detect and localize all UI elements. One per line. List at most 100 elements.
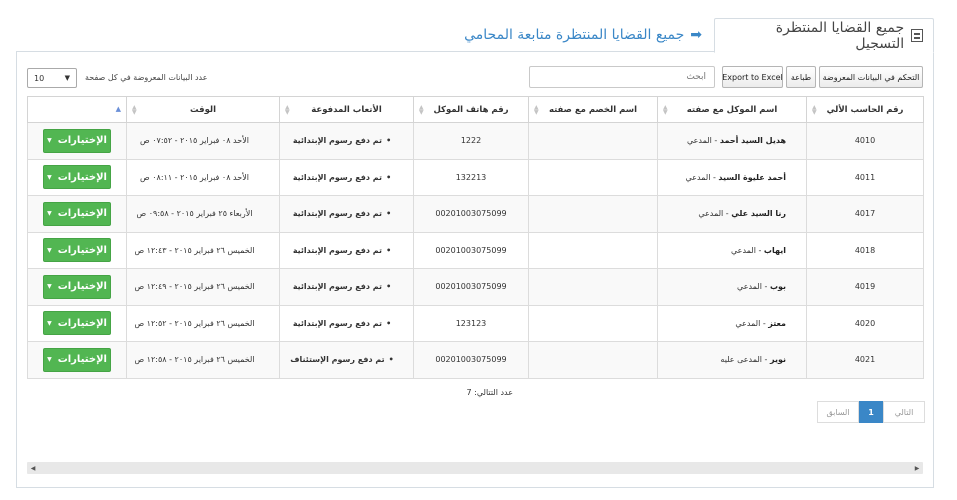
caret-down-icon: ▼ (47, 283, 52, 291)
column-header[interactable]: رقم هاتف الموكل ▲ ▼ (413, 96, 529, 123)
sort-icon: ▲ ▼ (812, 104, 817, 116)
column-header[interactable]: ▲ (27, 96, 127, 123)
options-label: الإختيارات (57, 281, 107, 293)
client-name: أحمد عليوة السيد (718, 172, 786, 182)
options-dropdown-button[interactable]: الإختيارات ▼ (43, 311, 111, 336)
pagination-page-1[interactable]: 1 (859, 401, 883, 423)
cell-phone: 132213 (413, 158, 529, 196)
tab-bar: جميع القضايا المنتظرة التسجيل ➡ جميع الق… (16, 18, 934, 53)
export-excel-button[interactable]: Export to Excel (722, 66, 783, 88)
sort-icon: ▲ ▼ (419, 104, 424, 116)
client-name: ايهاب (763, 245, 786, 255)
cell-client: نوير - المدعى عليه (657, 341, 807, 379)
client-role: - المدعي (698, 209, 732, 219)
bullet-icon: • (386, 172, 392, 182)
cell-client: ايهاب - المدعي (657, 231, 807, 269)
pagination-prev[interactable]: السابق (817, 401, 859, 423)
page-size-value: 10 (34, 73, 45, 83)
client-name: رنا السيد علي (731, 209, 786, 219)
cell-opponent (528, 195, 658, 233)
pagination-next[interactable]: التالي (883, 401, 925, 423)
cases-table: رقم الحاسب الألي ▲ ▼ اسم الموكل مع صفته ▲ ▼ … (27, 96, 924, 379)
caret-down-icon: ▼ (47, 210, 52, 218)
column-header[interactable]: الوقت ▲ ▼ (126, 96, 280, 123)
client-name: بوب (769, 282, 786, 292)
options-label: الإختيارات (57, 208, 107, 220)
table-row: 4019 بوب - المدعي 00201003075099 •تم دفع رس… (27, 268, 924, 306)
arrow-right-icon: ➡ (690, 27, 702, 43)
cell-id: 4018 (806, 231, 924, 269)
print-button[interactable]: طباعة (786, 66, 816, 88)
caret-down-icon: ▼ (47, 356, 52, 364)
tab-pending-registration[interactable]: جميع القضايا المنتظرة التسجيل (714, 18, 934, 53)
client-role: - المدعي (731, 245, 764, 255)
table-row: 4010 هديل السيد أحمد - المدعي 1222 •تم دفع … (27, 122, 924, 160)
table-header-row: رقم الحاسب الألي ▲ ▼ اسم الموكل مع صفته ▲ ▼ … (27, 96, 924, 123)
column-header[interactable]: اسم الموكل مع صفته ▲ ▼ (657, 96, 807, 123)
record-count: عدد التتالي: 7 (466, 388, 513, 397)
sort-icon: ▲ ▼ (534, 104, 539, 116)
paid-fees-text: تم دفع رسوم الإبتدائية (292, 245, 383, 255)
options-dropdown-button[interactable]: الإختيارات ▼ (43, 201, 111, 226)
sort-icon: ▲ ▼ (132, 104, 137, 116)
sort-ascending-icon: ▲ (115, 105, 121, 113)
caret-down-icon: ▼ (47, 246, 52, 254)
cell-id: 4020 (806, 304, 924, 342)
tab-pending-registration-label: جميع القضايا المنتظرة التسجيل (775, 19, 905, 52)
options-label: الإختيارات (57, 244, 107, 256)
paid-fees-text: تم دفع رسوم الإبتدائية (292, 318, 383, 328)
bullet-icon: • (386, 318, 392, 328)
sort-icon: ▲ ▼ (285, 104, 290, 116)
cell-time: الخميس ٢٦ فبراير ٢٠١٥ - ١٢:٤٣ ص (126, 231, 280, 269)
cell-time: الأربعاء ٢٥ فبراير ٢٠١٥ - ٠٩:٥٨ ص (126, 195, 280, 233)
client-role: - المدعي (737, 282, 770, 292)
cell-phone: 00201003075099 (413, 268, 529, 306)
column-header[interactable]: اسم الخصم مع صفته ▲ ▼ (528, 96, 658, 123)
cell-opponent (528, 304, 658, 342)
table-row: 4020 معتز - المدعي 123123 •تم دفع رسوم الإب… (27, 304, 924, 342)
horizontal-scrollbar[interactable]: ◀ ▶ (27, 462, 923, 474)
cell-paid-fees: •تم دفع رسوم الإبتدائية (279, 122, 414, 160)
client-name: هديل السيد أحمد (719, 136, 786, 146)
options-dropdown-button[interactable]: الإختيارات ▼ (43, 347, 111, 372)
options-label: الإختيارات (57, 135, 107, 147)
cell-phone: 1222 (413, 122, 529, 160)
column-header[interactable]: الأتعاب المدفوعة ▲ ▼ (279, 96, 414, 123)
search-input[interactable] (529, 66, 715, 88)
client-role: - المدعى عليه (720, 355, 770, 365)
scroll-left-icon[interactable]: ◀ (27, 462, 39, 474)
options-label: الإختيارات (57, 317, 107, 329)
cell-paid-fees: •تم دفع رسوم الإستئناف (279, 341, 414, 379)
cell-client: بوب - المدعي (657, 268, 807, 306)
page-size-label: عدد البيانات المعروضة في كل صفحة (85, 73, 208, 82)
column-header[interactable]: رقم الحاسب الألي ▲ ▼ (806, 96, 924, 123)
cell-time: الخميس ٢٦ فبراير ٢٠١٥ - ١٢:٥٢ ص (126, 304, 280, 342)
options-dropdown-button[interactable]: الإختيارات ▼ (43, 274, 111, 299)
cell-opponent (528, 231, 658, 269)
cell-options: الإختيارات ▼ (27, 158, 127, 196)
cell-time: الخميس ٢٦ فبراير ٢٠١٥ - ١٢:٤٩ ص (126, 268, 280, 306)
tab-pending-lawyer-followup[interactable]: ➡ جميع القضايا المنتظرة متابعة المحامي (464, 18, 702, 52)
tab-pending-lawyer-followup-label: جميع القضايا المنتظرة متابعة المحامي (464, 27, 685, 43)
scroll-right-icon[interactable]: ▶ (911, 462, 923, 474)
caret-down-icon: ▼ (47, 319, 52, 327)
table-row: 4021 نوير - المدعى عليه 00201003075099 •تم … (27, 341, 924, 379)
options-dropdown-button[interactable]: الإختيارات ▼ (43, 238, 111, 263)
paid-fees-text: تم دفع رسوم الإستئناف (290, 355, 385, 365)
client-role: - المدعي (735, 318, 769, 328)
client-name: نوير (770, 355, 786, 365)
bullet-icon: • (386, 136, 392, 146)
page-size-select[interactable]: 10 ▼ (27, 68, 77, 88)
cell-id: 4010 (806, 122, 924, 160)
cell-time: الأحد ٠٨ فبراير ٢٠١٥ - ٠٨:١١ ص (126, 158, 280, 196)
cell-paid-fees: •تم دفع رسوم الإبتدائية (279, 231, 414, 269)
options-dropdown-button[interactable]: الإختيارات ▼ (43, 128, 111, 153)
options-dropdown-button[interactable]: الإختيارات ▼ (43, 165, 111, 190)
column-visibility-button[interactable]: التحكم في البيانات المعروضة (819, 66, 923, 88)
paid-fees-text: تم دفع رسوم الإبتدائية (292, 282, 383, 292)
table-toolbar: التحكم في البيانات المعروضة طباعة Export… (27, 66, 923, 90)
bullet-icon: • (386, 282, 392, 292)
cell-options: الإختيارات ▼ (27, 122, 127, 160)
bullet-icon: • (386, 245, 392, 255)
cell-phone: 00201003075099 (413, 231, 529, 269)
